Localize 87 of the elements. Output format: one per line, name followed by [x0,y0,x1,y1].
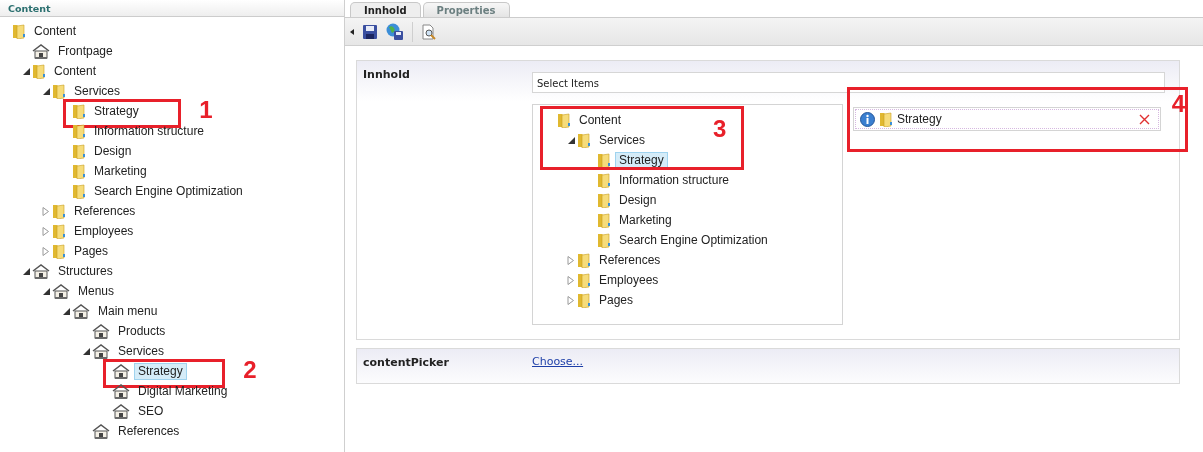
tree-item[interactable]: Employees [595,271,663,289]
tree-item[interactable]: Structures [54,262,117,280]
folder-icon [597,212,611,228]
tree-item[interactable]: Pages [70,242,113,260]
house-icon [32,263,50,279]
folder-icon [577,272,591,288]
expanded-arrow-icon[interactable] [82,347,90,355]
tree-item[interactable]: Content [30,22,81,40]
expanded-arrow-icon[interactable] [22,67,30,75]
tree-item[interactable]: Pages [595,291,638,309]
close-icon[interactable] [1139,113,1150,125]
annotation-number: 2 [243,357,257,382]
tree-item[interactable]: Services [595,131,649,149]
expanded-arrow-icon[interactable] [22,267,30,275]
expanded-arrow-icon[interactable] [567,136,575,144]
folder-icon [557,112,571,128]
folder-icon [577,132,591,148]
tree-item[interactable]: Main menu [94,302,162,320]
house-icon [72,303,90,319]
folder-icon [879,111,893,127]
item-label: Strategy [897,111,943,128]
folder-icon [597,152,611,168]
annotation-number: 1 [199,97,213,122]
house-icon [92,343,110,359]
folder-icon [72,143,86,159]
annotation-number: 3 [713,117,727,141]
tab[interactable]: Properties [422,2,510,17]
tree-item[interactable]: Services [114,342,168,360]
tree-item[interactable]: Search Engine Optimization [615,231,772,249]
folder-icon [32,63,46,79]
tree-item[interactable]: Menus [74,282,119,300]
folder-icon [597,232,611,248]
panel-title: Content [0,0,344,17]
folder-icon [52,223,66,239]
tab[interactable]: Innhold [350,2,421,17]
folder-icon [72,103,86,119]
tree-item[interactable]: SEO [134,402,168,420]
tree-item[interactable]: Frontpage [54,42,117,60]
expanded-arrow-icon[interactable] [42,87,50,95]
tree-item[interactable]: References [114,422,184,440]
folder-icon [52,83,66,99]
tree-item[interactable]: Content [575,111,626,129]
tree-item[interactable]: Strategy [134,362,187,380]
property-label: contentPicker [362,355,450,371]
house-icon [52,283,70,299]
house-icon [92,323,110,339]
tree-item[interactable]: References [70,202,140,220]
tree-item[interactable]: Products [114,322,170,340]
tree-item[interactable]: Content [50,62,101,80]
house-icon [112,363,130,379]
property-label: Innhold [362,67,411,83]
expanded-arrow-icon[interactable] [62,307,70,315]
tree-item[interactable]: Employees [70,222,138,240]
tree-item[interactable]: Services [70,82,124,100]
folder-icon [72,163,86,179]
folder-icon [597,192,611,208]
house-icon [112,383,130,399]
tree-item[interactable]: References [595,251,665,269]
folder-icon [72,123,86,139]
folder-icon [597,172,611,188]
expanded-arrow-icon[interactable] [42,287,50,295]
folder-icon [577,252,591,268]
annotation-number: 4 [1171,92,1185,116]
folder-icon [72,183,86,199]
folder-icon [52,243,66,259]
info-icon[interactable] [860,111,875,127]
house-icon [32,43,50,59]
tree-item[interactable]: Design [615,191,661,209]
tree-item[interactable]: Strategy [90,102,143,120]
house-icon [92,423,110,439]
tree-item[interactable]: Marketing [90,162,151,180]
choose-link[interactable]: Choose... [532,354,584,371]
collapse-arrow-icon[interactable] [350,28,354,35]
folder-icon [12,23,26,39]
folder-icon [52,203,66,219]
globe-save-icon[interactable] [386,23,404,40]
house-icon [112,403,130,419]
picker-title: Select Items [532,72,1165,93]
tree-item[interactable]: Marketing [615,211,676,229]
tree-item[interactable]: Information structure [615,171,734,189]
tree-item[interactable]: Digital Marketing [134,382,232,400]
preview-icon[interactable] [421,23,437,40]
folder-icon [577,292,591,308]
save-icon[interactable] [362,23,378,40]
tree-item[interactable]: Information structure [90,122,209,140]
tree-item[interactable]: Design [90,142,136,160]
tree-item[interactable]: Search Engine Optimization [90,182,247,200]
